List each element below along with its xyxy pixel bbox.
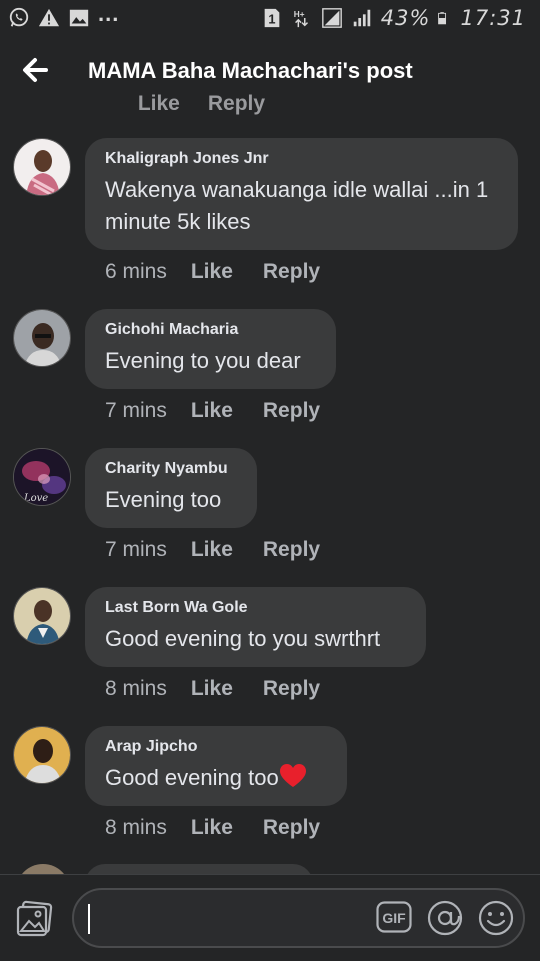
reply-button[interactable]: Reply <box>263 538 320 562</box>
text-caret <box>88 904 90 934</box>
signal-icon <box>321 8 342 28</box>
sim-label: 1 <box>268 12 275 27</box>
cut-off-comment-actions: Like Reply <box>104 92 265 116</box>
status-bar: ... 1 H+ 43% 17:31 <box>0 0 540 38</box>
comment-text-body: Good evening too <box>105 765 279 790</box>
comment-actions: 8 mins Like Reply <box>105 816 350 840</box>
status-bar-right: 1 H+ 43% 17:31 <box>261 6 526 30</box>
comment-input[interactable] <box>88 900 362 938</box>
comment-actions: 8 mins Like Reply <box>105 677 350 701</box>
at-icon <box>427 900 463 936</box>
photo-icon <box>16 900 53 937</box>
comment-bubble[interactable] <box>85 864 313 874</box>
avatar[interactable]: Love <box>13 448 71 506</box>
comment-time[interactable]: 8 mins <box>105 677 167 701</box>
signal-icon <box>353 9 371 27</box>
whatsapp-icon <box>9 7 29 27</box>
cut-off-reply-button[interactable]: Reply <box>208 92 265 116</box>
comment-text: Evening too <box>105 487 222 512</box>
comment-actions: 6 mins Like Reply <box>105 260 350 284</box>
gif-button[interactable]: GIF <box>376 901 412 933</box>
cut-off-like-button[interactable]: Like <box>138 92 180 116</box>
comment-author[interactable]: Khaligraph Jones Jnr <box>105 150 498 168</box>
comment-author[interactable]: Arap Jipcho <box>105 738 327 756</box>
reply-button[interactable]: Reply <box>263 816 320 840</box>
avatar[interactable] <box>13 309 71 367</box>
avatar[interactable] <box>13 726 71 784</box>
page-title: MAMA Baha Machachari's post <box>88 58 413 83</box>
gif-label: GIF <box>382 910 406 926</box>
status-overflow: ... <box>98 1 120 26</box>
emoji-icon <box>478 900 514 936</box>
comment-bubble[interactable]: Last Born Wa Gole Good evening to you sw… <box>85 587 426 667</box>
avatar[interactable] <box>13 138 71 196</box>
comment-bubble[interactable]: Khaligraph Jones Jnr Wakenya wanakuanga … <box>85 138 518 250</box>
emoji-button[interactable] <box>477 899 515 937</box>
status-time: 17:31 <box>460 6 526 30</box>
comment-time[interactable]: 7 mins <box>105 538 167 562</box>
reply-button[interactable]: Reply <box>263 399 320 423</box>
comments-list[interactable]: Like Reply Khaligraph Jones Jnr Wakenya … <box>0 88 540 874</box>
warning-icon <box>38 8 60 27</box>
comment-text: Wakenya wanakuanga idle wallai ...in 1 m… <box>105 177 489 234</box>
arrow-left-icon <box>23 58 48 82</box>
comment-text: Good evening to you swrthrt <box>105 626 381 651</box>
comment-bubble[interactable]: Gichohi Macharia Evening to you dear <box>85 309 336 389</box>
avatar[interactable] <box>16 864 70 874</box>
svg-text:Love: Love <box>23 493 48 504</box>
data-hplus-icon: H+ <box>294 10 308 28</box>
comment-author[interactable]: Gichohi Macharia <box>105 321 316 339</box>
comment-time[interactable]: 7 mins <box>105 399 167 423</box>
comment-bubble[interactable]: Arap Jipcho Good evening too <box>85 726 347 806</box>
comment-composer: GIF <box>0 874 540 961</box>
reply-button[interactable]: Reply <box>263 677 320 701</box>
image-icon <box>69 9 89 27</box>
like-button[interactable]: Like <box>191 677 233 701</box>
heart-icon <box>279 764 306 787</box>
battery-icon <box>438 12 447 25</box>
sim-1-icon: 1 <box>264 8 280 28</box>
like-button[interactable]: Like <box>191 260 233 284</box>
photo-button[interactable] <box>16 899 54 937</box>
avatar[interactable] <box>13 587 71 645</box>
comment-time[interactable]: 8 mins <box>105 816 167 840</box>
back-button[interactable] <box>18 52 54 88</box>
cut-off-time <box>104 92 110 116</box>
like-button[interactable]: Like <box>191 538 233 562</box>
comment-author[interactable]: Last Born Wa Gole <box>105 599 406 617</box>
mention-button[interactable] <box>426 899 464 937</box>
comment-time[interactable]: 6 mins <box>105 260 167 284</box>
comment-actions: 7 mins Like Reply <box>105 399 350 423</box>
comment-author[interactable]: Charity Nyambu <box>105 460 237 478</box>
comment-text: Good evening too <box>105 762 327 794</box>
battery-percent: 43% <box>380 6 431 30</box>
comment-input-wrapper: GIF <box>72 888 525 948</box>
status-bar-left: ... <box>8 1 119 29</box>
like-button[interactable]: Like <box>191 399 233 423</box>
comment-actions: 7 mins Like Reply <box>105 538 350 562</box>
svg-text:H+: H+ <box>294 10 305 19</box>
like-button[interactable]: Like <box>191 816 233 840</box>
reply-button[interactable]: Reply <box>263 260 320 284</box>
comment-text: Evening to you dear <box>105 348 301 373</box>
comment-bubble[interactable]: Charity Nyambu Evening too <box>85 448 257 528</box>
